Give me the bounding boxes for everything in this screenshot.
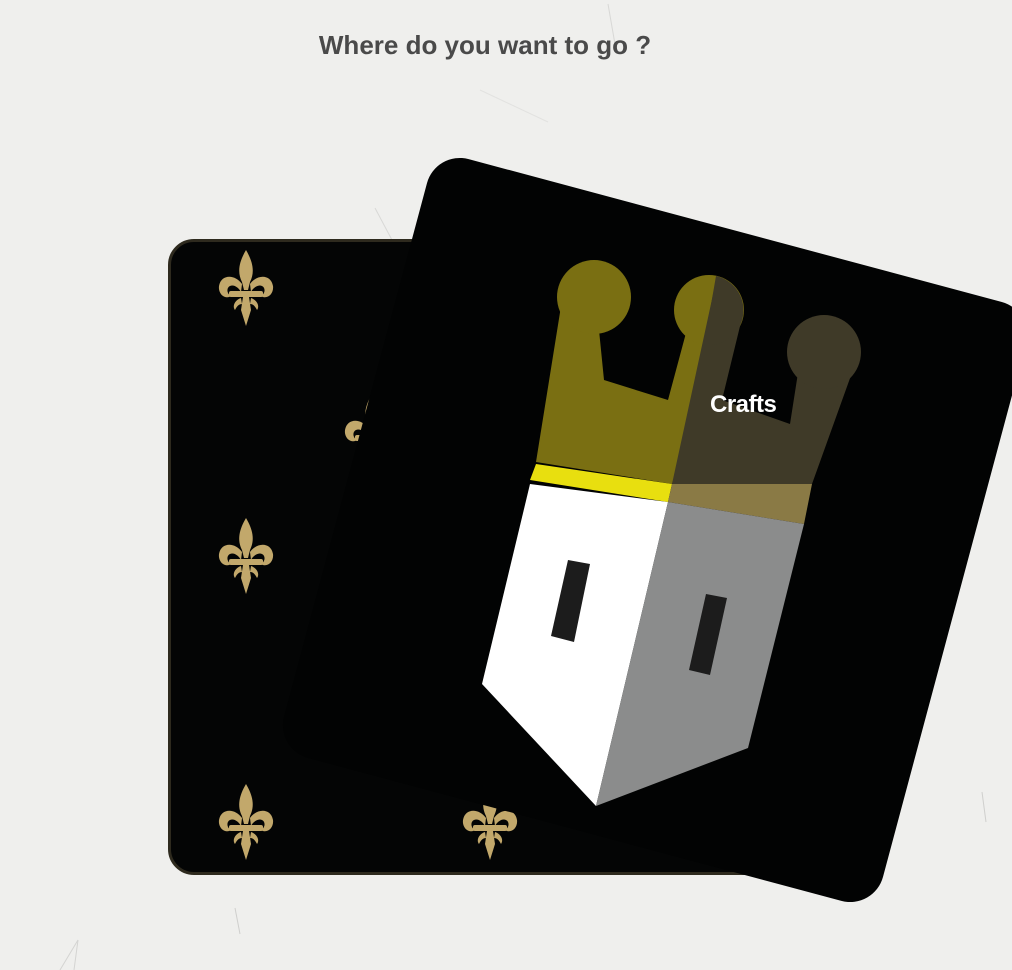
fleur-de-lis-icon	[218, 784, 274, 860]
fleur-de-lis-icon	[218, 250, 274, 326]
crafts-label: Crafts	[710, 391, 777, 418]
fleur-de-lis-icon	[218, 518, 274, 594]
page-title: Where do you want to go ?	[318, 30, 652, 60]
